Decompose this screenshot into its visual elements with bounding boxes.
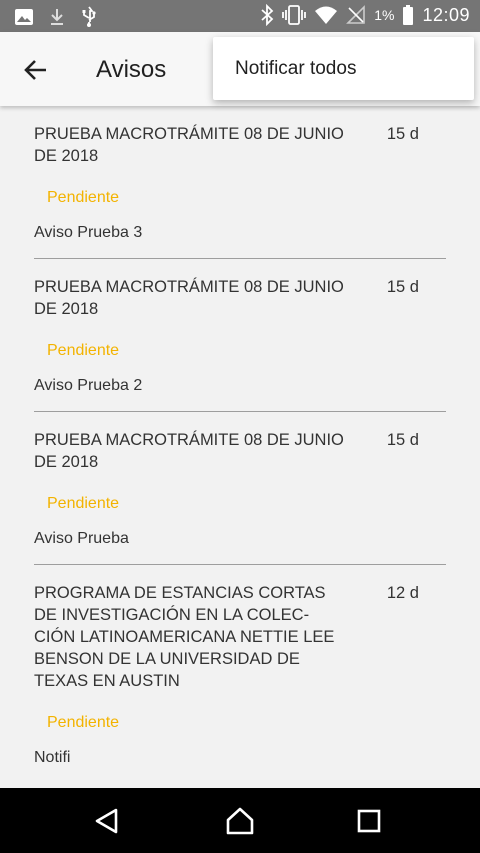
- back-button[interactable]: [20, 54, 52, 86]
- no-signal-icon: [346, 5, 366, 25]
- arrow-back-icon: [20, 60, 52, 90]
- list-item[interactable]: PRUEBA MACROTRÁMITE 08 DE JUNIO DE 2018 …: [34, 412, 446, 565]
- notice-age: 15 d: [386, 431, 419, 449]
- notice-age: 15 d: [386, 125, 419, 143]
- page-title: Avisos: [96, 56, 167, 83]
- menu-item-notify-all[interactable]: Notificar todos: [235, 58, 356, 80]
- status-badge: Pendiente: [47, 495, 120, 512]
- nav-back-button[interactable]: [92, 806, 122, 836]
- wifi-icon: [314, 5, 338, 25]
- recents-square-icon: [354, 809, 384, 840]
- notices-list[interactable]: PRUEBA MACROTRÁMITE 08 DE JUNIO DE 2018 …: [0, 106, 480, 788]
- notice-title: PROGRAMA DE ESTANCIAS CORTAS DE INVESTIG…: [34, 584, 335, 690]
- notice-description: Aviso Prueba 3: [34, 224, 143, 241]
- status-badge: Pendiente: [47, 189, 120, 206]
- usb-icon: [80, 6, 98, 28]
- notice-age: 15 d: [386, 278, 419, 296]
- battery-percent: 1%: [374, 7, 395, 23]
- notice-description: Notifi: [34, 749, 71, 766]
- notice-title: PRUEBA MACROTRÁMITE 08 DE JUNIO DE 2018: [34, 278, 344, 318]
- status-bar: 1% 12:09: [0, 0, 480, 32]
- battery-icon: [402, 4, 414, 26]
- status-badge: Pendiente: [47, 342, 120, 359]
- download-icon: [48, 7, 66, 27]
- navigation-bar: [0, 788, 480, 853]
- notice-description: Aviso Prueba: [34, 530, 129, 547]
- notice-age: 12 d: [386, 584, 419, 602]
- list-item[interactable]: PRUEBA MACROTRÁMITE 08 DE JUNIO DE 2018 …: [34, 259, 446, 412]
- nav-recents-button[interactable]: [354, 806, 384, 836]
- bluetooth-icon: [260, 4, 274, 26]
- list-item[interactable]: PRUEBA MACROTRÁMITE 08 DE JUNIO DE 2018 …: [34, 106, 446, 259]
- back-triangle-icon: [92, 808, 122, 840]
- list-item[interactable]: PROGRAMA DE ESTANCIAS CORTAS DE INVESTIG…: [34, 565, 446, 783]
- home-icon: [225, 807, 255, 840]
- image-icon: [14, 7, 34, 27]
- notice-description: Aviso Prueba 2: [34, 377, 143, 394]
- vibrate-icon: [282, 4, 307, 26]
- nav-home-button[interactable]: [225, 806, 255, 836]
- status-badge: Pendiente: [47, 714, 120, 731]
- overflow-menu: Notificar todos: [213, 37, 474, 100]
- status-time: 12:09: [422, 4, 470, 25]
- notice-title: PRUEBA MACROTRÁMITE 08 DE JUNIO DE 2018: [34, 431, 344, 471]
- notice-title: PRUEBA MACROTRÁMITE 08 DE JUNIO DE 2018: [34, 125, 344, 165]
